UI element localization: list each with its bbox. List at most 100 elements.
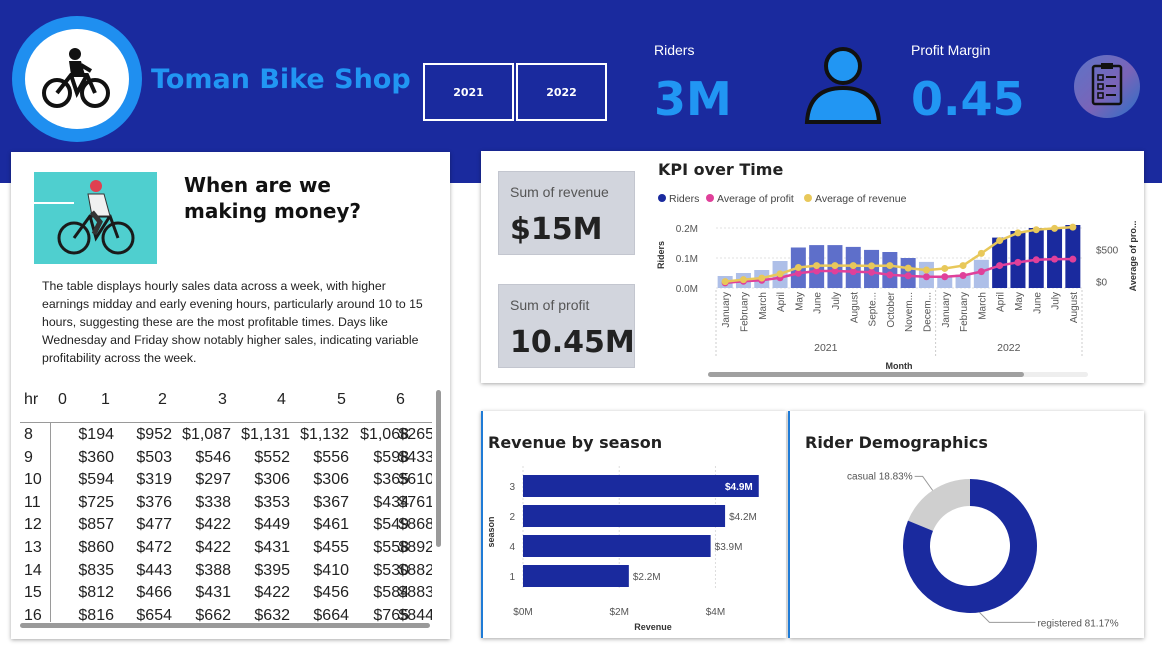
y-axis-title: Riders	[656, 241, 666, 269]
revenue-point	[758, 274, 766, 282]
x-tick-label: January	[941, 292, 952, 328]
x-tick-label: March	[758, 292, 769, 320]
revenue-point	[1014, 229, 1022, 237]
year-label: 2021	[814, 342, 838, 354]
revenue-kpi-card: Sum of revenue $15M	[498, 171, 635, 255]
table-cell: $1,131	[241, 426, 290, 443]
season-label: 2	[509, 512, 515, 523]
revenue-point	[849, 262, 857, 270]
casual-slice	[907, 479, 970, 531]
table-cell: $835	[78, 561, 114, 579]
table-cell: $433	[398, 448, 432, 466]
table-cell: $422	[254, 584, 290, 602]
profit-margin-label: Profit Margin	[911, 42, 991, 58]
kpi-chart-title: KPI over Time	[658, 160, 784, 179]
table-cell: $662	[195, 606, 231, 622]
clipboard-icon	[1091, 63, 1123, 106]
x-tick-label: October	[886, 291, 897, 327]
table-row-hour: 10	[24, 471, 42, 489]
table-row-hour: 15	[24, 584, 42, 602]
report-button[interactable]	[1074, 55, 1140, 118]
revenue-point	[868, 262, 876, 270]
profit-point	[1069, 255, 1077, 263]
legend-marker	[706, 194, 714, 202]
year-filter-2022[interactable]: 2022	[516, 63, 607, 121]
table-row-hour: 11	[24, 493, 41, 511]
table-vertical-scrollbar[interactable]	[436, 390, 441, 547]
profit-point	[941, 273, 949, 281]
chart-scrollbar-thumb	[708, 372, 1024, 377]
table-cell: $812	[78, 584, 114, 602]
card-edge	[788, 411, 790, 638]
x-tick-label: $4M	[706, 607, 725, 618]
y2-tick-label: $500	[1096, 246, 1119, 257]
hourly-sales-table: hr 0 1 2 3 4 5 6 8 $194 $952 $1,087 $1,131 $1,132 $1,0…	[20, 386, 432, 622]
revenue-point	[831, 262, 839, 270]
demographics-chart-title: Rider Demographics	[805, 433, 988, 452]
riders-value: 3M	[654, 72, 732, 126]
profit-point	[868, 268, 876, 276]
table-cell: $1,132	[300, 426, 349, 443]
x-tick-label: February	[959, 292, 970, 332]
table-cell: $388	[195, 561, 231, 579]
table-header-day: 0	[58, 391, 67, 408]
profit-kpi-label: Sum of profit	[510, 297, 590, 313]
cyclist-illustration	[34, 172, 157, 264]
profit-margin-value: 0.45	[911, 72, 1025, 126]
x-tick-label: July	[1051, 292, 1062, 310]
table-cell: $431	[254, 539, 290, 556]
table-row-hour: 14	[24, 561, 42, 579]
x-axis-title: Revenue	[634, 622, 672, 632]
table-cell: $860	[78, 539, 114, 556]
revenue-point	[1051, 224, 1059, 232]
table-header-day: 4	[277, 391, 286, 408]
person-icon	[804, 47, 882, 124]
riders-bar	[882, 252, 898, 288]
table-cell: $410	[313, 561, 349, 579]
year-filter-2021[interactable]: 2021	[423, 63, 514, 121]
table-cell: $466	[136, 584, 172, 602]
x-tick-label: March	[977, 292, 988, 320]
table-header-day: 5	[337, 391, 346, 408]
table-horizontal-scrollbar[interactable]	[20, 623, 430, 628]
rider-demographics-chart: casual 18.83% registered 81.17%	[847, 471, 1119, 629]
y-tick-label: 0.1M	[676, 254, 698, 265]
x-tick-label: May	[794, 292, 805, 311]
table-cell: $306	[313, 471, 349, 489]
table-cell: $654	[136, 606, 172, 622]
revenue-point	[959, 262, 967, 270]
season-label: 3	[509, 482, 515, 493]
profit-point	[977, 268, 985, 276]
table-cell: $456	[313, 584, 349, 602]
y2-tick-label: $0	[1096, 278, 1108, 289]
table-cell: $449	[254, 516, 290, 534]
table-cell: $477	[136, 516, 172, 534]
x-tick-label: April	[996, 292, 1007, 312]
year-label: 2022	[997, 342, 1021, 354]
table-cell: $816	[78, 606, 114, 622]
leader-line	[914, 475, 934, 491]
legend-marker	[804, 194, 812, 202]
revenue-point	[794, 263, 802, 271]
logo-inner	[25, 29, 129, 129]
season-bar	[523, 565, 629, 587]
table-cell: $297	[195, 471, 231, 489]
profit-kpi-card: Sum of profit 10.45M	[498, 284, 635, 368]
profit-point	[996, 262, 1004, 270]
table-row-hour: 16	[24, 606, 42, 622]
y-tick-label: 0.2M	[676, 224, 698, 235]
revenue-point	[739, 276, 747, 284]
table-cell: $376	[136, 493, 172, 511]
revenue-kpi-label: Sum of revenue	[510, 184, 609, 200]
y2-axis-title: Average of pro...	[1128, 221, 1138, 292]
brand-name: Toman Bike Shop	[151, 64, 411, 95]
table-cell: $868	[398, 516, 432, 534]
season-bar	[523, 535, 711, 557]
revenue-point	[813, 262, 821, 270]
x-tick-label: Septe...	[868, 292, 879, 326]
profit-point	[1014, 258, 1022, 266]
season-data-label: $4.9M	[725, 482, 753, 493]
table-cell: $443	[136, 561, 172, 579]
x-tick-label: May	[1014, 292, 1025, 311]
revenue-point	[941, 264, 949, 272]
